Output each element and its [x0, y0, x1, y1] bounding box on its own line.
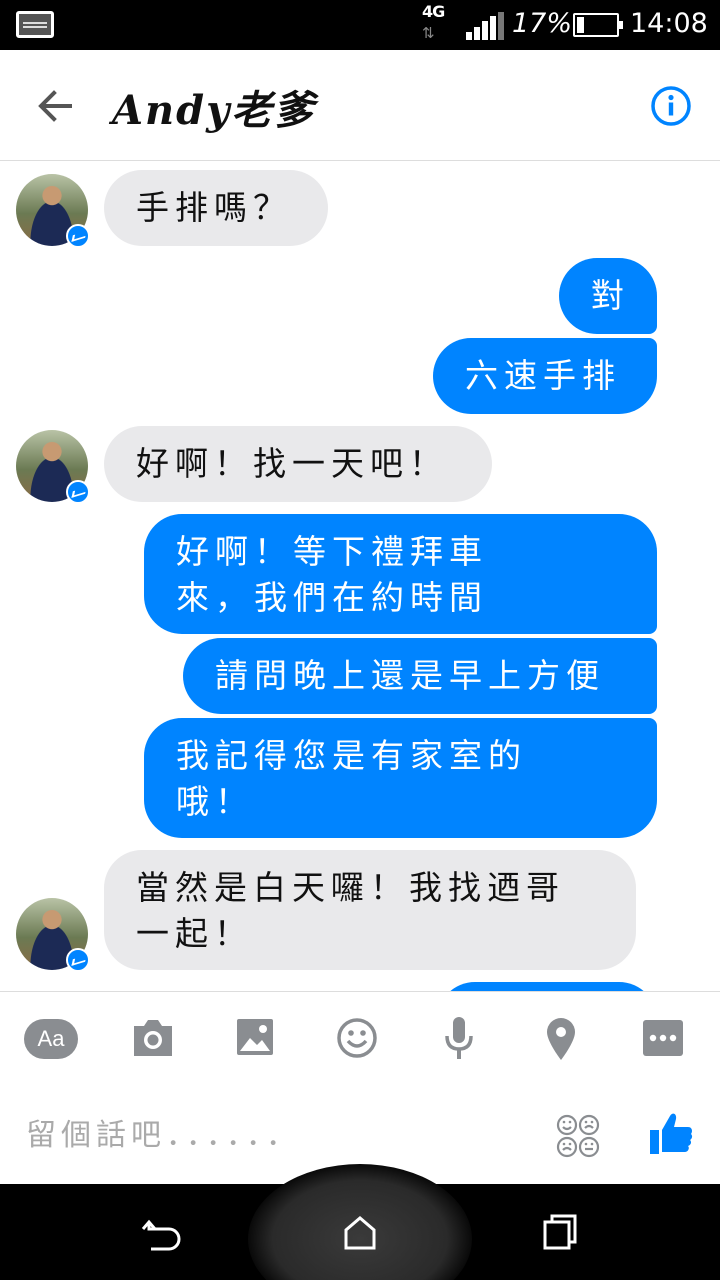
outgoing-message[interactable]: 請問晚上還是早上方便 [183, 638, 657, 714]
thumbs-up-icon [650, 1113, 693, 1154]
conversation-header: Andy老爹 [0, 50, 720, 161]
contact-avatar[interactable] [16, 898, 96, 978]
network-indicator: 4G ⇅ [420, 2, 454, 46]
message-text: 好啊！找一天吧！ [136, 444, 448, 483]
text-format-button[interactable]: Aa [24, 1019, 78, 1059]
battery-icon [573, 13, 623, 37]
network-type: 4G [422, 2, 445, 21]
system-nav-bar [0, 1164, 720, 1280]
nav-back-button[interactable] [137, 1210, 183, 1256]
message-text: 六速手排 [465, 356, 621, 395]
message-text-line: 哦！ [176, 782, 254, 821]
conversation-title[interactable]: Andy老爹 [112, 78, 315, 136]
message-text-line: 我記得您是有家室的 [176, 736, 527, 775]
nav-home-button[interactable] [337, 1210, 383, 1256]
outgoing-message-partial[interactable] [437, 982, 657, 991]
message-text: 請問晚上還是早上方便 [215, 656, 605, 695]
composer-toolbar: Aa [0, 991, 720, 1086]
back-button[interactable] [30, 82, 78, 130]
messenger-badge-icon [66, 224, 90, 248]
gallery-button[interactable] [228, 1014, 282, 1062]
message-thread[interactable]: 手排嗎？ 對 六速手排 好啊！找一天吧！ 好啊！等下禮拜車 來，我們在約時間 請… [0, 161, 720, 991]
outgoing-message[interactable]: 好啊！等下禮拜車 來，我們在約時間 [144, 514, 657, 634]
location-icon [547, 1018, 575, 1060]
outgoing-message[interactable]: 六速手排 [433, 338, 657, 414]
back-nav-icon [141, 1219, 181, 1251]
outgoing-message[interactable]: 我記得您是有家室的 哦！ [144, 718, 657, 838]
incoming-message[interactable]: 手排嗎？ [104, 170, 328, 246]
contact-avatar[interactable] [16, 430, 96, 510]
nav-recents-button[interactable] [537, 1210, 583, 1256]
outgoing-message[interactable]: 對 [559, 258, 657, 334]
message-input[interactable] [26, 1108, 526, 1162]
voice-button[interactable] [432, 1014, 486, 1062]
like-button[interactable] [648, 1110, 694, 1156]
microphone-icon [445, 1017, 473, 1059]
incoming-message[interactable]: 好啊！找一天吧！ [104, 426, 492, 502]
notification-image-icon [16, 11, 54, 38]
message-text-line: 來，我們在約時間 [176, 578, 488, 617]
signal-icon [466, 12, 504, 40]
image-icon [237, 1019, 273, 1055]
home-nav-icon [344, 1216, 376, 1250]
sticker-icon [556, 1114, 600, 1158]
message-text: 對 [591, 276, 630, 315]
emoji-icon [337, 1018, 377, 1058]
more-button[interactable] [636, 1014, 690, 1062]
sticker-button[interactable] [556, 1114, 600, 1158]
message-text-line: 一起！ [136, 914, 253, 953]
battery-percent: 17% [512, 8, 573, 39]
contact-avatar[interactable] [16, 174, 96, 254]
camera-icon [134, 1020, 172, 1056]
message-text: 手排嗎？ [136, 188, 292, 227]
location-button[interactable] [534, 1014, 588, 1062]
message-text-line: 當然是白天囉！我找迺哥 [136, 868, 565, 907]
status-bar: 4G ⇅ 17% 14:08 [0, 0, 720, 50]
camera-button[interactable] [126, 1014, 180, 1062]
message-text-line: 好啊！等下禮拜車 [176, 532, 488, 571]
info-button[interactable] [650, 85, 692, 127]
clock: 14:08 [630, 8, 708, 39]
data-arrows-icon: ⇅ [422, 24, 435, 42]
more-icon [643, 1020, 683, 1056]
messenger-badge-icon [66, 948, 90, 972]
info-icon [651, 86, 691, 126]
arrow-left-icon [38, 90, 72, 122]
emoji-button[interactable] [330, 1014, 384, 1062]
messenger-badge-icon [66, 480, 90, 504]
incoming-message[interactable]: 當然是白天囉！我找迺哥 一起！ [104, 850, 636, 970]
recents-nav-icon [543, 1214, 577, 1250]
